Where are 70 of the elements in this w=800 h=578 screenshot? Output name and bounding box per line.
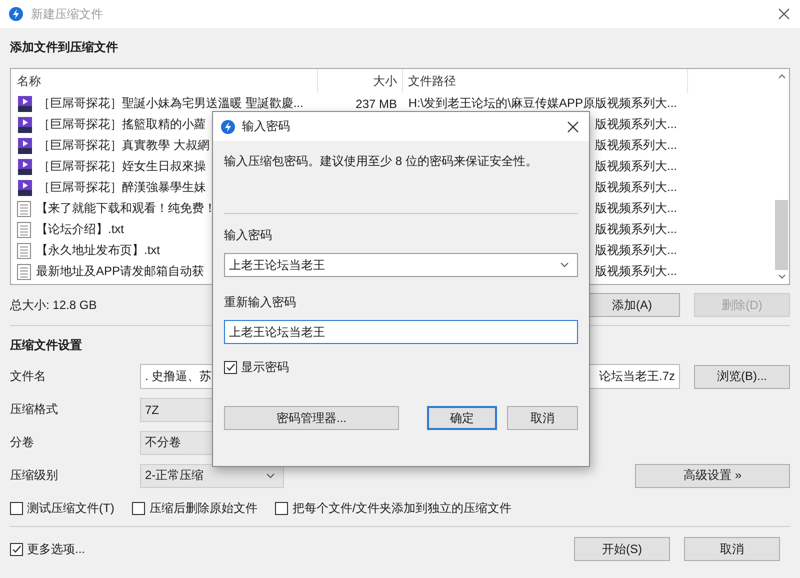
window-title: 新建压缩文件 [31,6,104,22]
chevron-down-icon [266,472,275,478]
browse-button[interactable]: 浏览(B)... [694,364,790,388]
file-name: 【论坛介绍】.txt [36,221,124,238]
advanced-settings-button[interactable]: 高级设置 » [635,464,790,488]
dialog-button[interactable]: 确定 [427,406,497,430]
scroll-up-icon[interactable] [778,73,786,79]
file-name: 【来了就能下载和观看！纯免费！ [36,200,216,217]
level-dropdown[interactable]: 2-正常压缩 [140,464,284,488]
dialog-description: 输入压缩包密码。建议使用至少 8 位的密码来保证安全性。 [224,153,538,170]
close-icon[interactable] [778,8,790,20]
option-checkbox[interactable]: 把每个文件/文件夹添加到独立的压缩文件 [275,500,512,516]
file-name: 【永久地址发布页】.txt [36,242,160,259]
video-file-icon [17,158,33,174]
more-options-checkbox[interactable]: 更多选项... [10,540,86,558]
text-file-icon [17,200,31,216]
column-header[interactable]: 文件路径 [403,69,688,93]
field-label: 压缩级别 [10,467,59,484]
file-size: 237 MB [356,96,397,110]
show-password-checkbox[interactable]: 显示密码 [224,358,578,376]
file-path: 版视频系列大... [594,117,677,131]
password-combobox[interactable]: 上老王论坛当老王 [224,253,578,277]
video-file-icon [17,138,33,154]
file-path: 版视频系列大... [594,180,677,194]
file-path: 版视频系列大... [594,243,677,257]
app-logo-icon [221,120,235,134]
text-file-icon [17,264,31,280]
checkmark-icon [11,544,22,554]
confirm-password-field[interactable]: 上老王论坛当老王 [224,320,578,344]
chevron-down-icon [560,262,569,268]
video-file-icon [17,96,33,112]
file-name: 最新地址及APP请发邮箱自动获 [36,263,204,280]
total-size: 总大小: 12.8 GB [10,296,97,314]
field-label: 压缩格式 [10,401,59,418]
section-heading: 压缩文件设置 [10,336,83,354]
column-header[interactable]: 大小 [318,69,403,93]
file-path: 版视频系列大... [594,264,677,278]
file-name: ［巨屌哥探花］醉漢強暴學生妹 [38,179,206,196]
field-label: 输入密码 [224,226,273,244]
dialog-title: 输入密码 [242,118,291,135]
file-path: 版视频系列大... [594,159,677,173]
file-name: ［巨屌哥探花］搖籃取精的小蘿 [38,116,206,133]
footer-button[interactable]: 开始(S) [574,537,670,561]
checkmark-icon [225,362,236,372]
file-path: 版视频系列大... [594,201,677,215]
text-file-icon [17,242,31,258]
file-name: ［巨屌哥探花］真實教學 大叔網 [38,137,210,154]
option-checkbox[interactable]: 测试压缩文件(T) [10,500,114,516]
section-heading: 添加文件到压缩文件 [10,38,119,56]
file-name: ［巨屌哥探花］姪女生日叔來操 [38,158,206,175]
app-logo-icon [9,7,23,21]
field-label: 文件名 [10,368,47,385]
column-header[interactable]: 名称 [17,69,318,93]
file-path: 版视频系列大... [594,138,677,152]
field-text: 论坛当老王.7z [598,368,675,385]
dialog-button[interactable]: 密码管理器... [224,406,399,430]
field-label: 分卷 [10,434,35,451]
field-label: 重新输入密码 [224,294,297,310]
text-file-icon [17,222,31,238]
footer-button[interactable]: 取消 [684,537,780,561]
option-checkbox[interactable]: 压缩后删除原始文件 [132,500,258,516]
video-file-icon [17,180,33,196]
close-icon[interactable] [567,120,579,132]
field-text: . 史撸逼、苏 [145,368,212,385]
file-name: ［巨屌哥探花］聖誕小妹為宅男送溫暖 聖誕歡慶... [38,95,304,112]
dialog-button[interactable]: 取消 [507,406,578,430]
file-path: H:\发到老王论坛的\麻豆传媒APP原版视频系列大... [408,96,677,110]
video-file-icon [17,116,33,132]
scroll-down-icon[interactable] [778,274,786,280]
file-path: 版视频系列大... [594,222,677,236]
